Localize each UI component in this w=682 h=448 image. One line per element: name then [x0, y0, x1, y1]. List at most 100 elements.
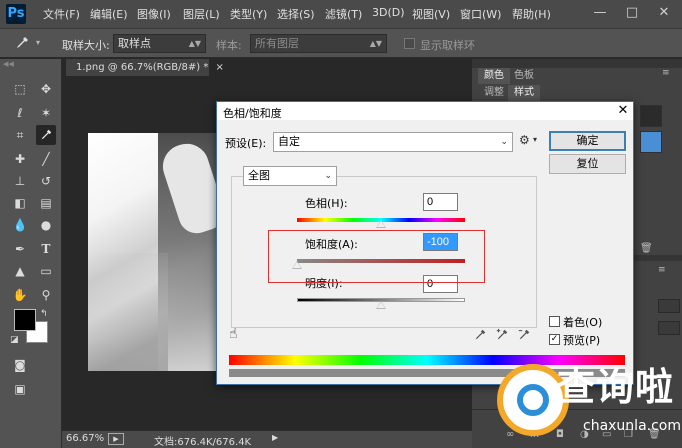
saturation-label: 饱和度(A):: [305, 238, 358, 251]
brush-tool-icon[interactable]: ╱: [36, 149, 56, 169]
eraser-tool-icon[interactable]: ◧: [10, 193, 30, 213]
dodge-tool-icon[interactable]: ●: [36, 215, 56, 235]
magic-wand-tool-icon[interactable]: ✶: [36, 103, 56, 123]
preset-select[interactable]: 自定 ⌄: [273, 132, 513, 152]
marquee-tool-icon[interactable]: ⬚: [10, 79, 30, 99]
eyedropper-tool-preset-icon[interactable]: [14, 35, 32, 53]
screen-mode-icon[interactable]: ▣: [10, 379, 30, 399]
pen-tool-icon[interactable]: ✒: [10, 239, 30, 259]
trash-icon[interactable]: 🗑: [640, 243, 653, 254]
move-tool-icon[interactable]: ✥: [36, 79, 56, 99]
preset-options-gear-icon[interactable]: ⚙: [519, 133, 530, 147]
saturation-slider-thumb[interactable]: [292, 261, 302, 269]
channel-select[interactable]: 全图 ⌄: [243, 166, 337, 186]
tab-styles[interactable]: 样式: [508, 85, 540, 101]
saturation-input[interactable]: [423, 233, 458, 251]
status-menu-arrow-icon[interactable]: ▶: [272, 433, 278, 442]
chevron-down-icon: ⌄: [500, 137, 508, 147]
swap-colors-icon[interactable]: ↰: [40, 309, 48, 319]
maximize-button[interactable]: □: [620, 2, 644, 24]
watermark-magnifier-icon: [517, 384, 549, 416]
menu-filter[interactable]: 滤镜(T): [325, 6, 362, 22]
style-swatch[interactable]: [640, 105, 662, 127]
hue-slider-thumb[interactable]: [376, 220, 386, 228]
sample-size-select[interactable]: 取样点 ▲▼: [113, 34, 206, 53]
menu-layer[interactable]: 图层(L): [183, 6, 220, 22]
show-sampling-ring-checkbox[interactable]: [404, 38, 415, 49]
sample-size-label: 取样大小:: [62, 39, 110, 52]
watermark: 查询啦 chaxunla.com: [497, 356, 682, 448]
menu-bar: Ps 文件(F) 编辑(E) 图像(I) 图层(L) 类型(Y) 选择(S) 滤…: [0, 0, 682, 28]
preset-options-arrow-icon[interactable]: ▾: [533, 135, 537, 144]
clone-stamp-tool-icon[interactable]: ⊥: [10, 171, 30, 191]
history-brush-tool-icon[interactable]: ↺: [36, 171, 56, 191]
menu-select[interactable]: 选择(S): [277, 6, 315, 22]
lightness-slider-thumb[interactable]: [376, 301, 386, 309]
document-tab-close-icon[interactable]: ×: [216, 62, 224, 73]
menu-window[interactable]: 窗口(W): [460, 6, 501, 22]
chevron-down-icon: ▲▼: [188, 39, 201, 48]
tab-color[interactable]: 颜色: [478, 68, 510, 84]
dialog-title: 色相/饱和度: [223, 107, 282, 120]
blur-tool-icon[interactable]: 💧: [10, 215, 30, 235]
eyedropper-tool-icon[interactable]: [36, 125, 56, 145]
preview-checkbox[interactable]: ✓: [549, 334, 560, 345]
healing-brush-tool-icon[interactable]: ✚: [10, 149, 30, 169]
lasso-tool-icon[interactable]: ℓ: [10, 103, 30, 123]
type-tool-icon[interactable]: T: [36, 239, 56, 259]
eyedropper-plus-icon[interactable]: [495, 328, 509, 345]
fill-field[interactable]: [658, 321, 680, 335]
tool-preset-arrow-icon[interactable]: ▾: [36, 38, 40, 47]
menu-edit[interactable]: 编辑(E): [90, 6, 128, 22]
menu-view[interactable]: 视图(V): [412, 6, 450, 22]
show-sampling-ring-label: 显示取样环: [420, 39, 475, 52]
eyedropper-minus-icon[interactable]: [517, 328, 531, 345]
eyedropper-icon[interactable]: [473, 328, 487, 345]
document-tab-title: 1.png @ 66.7%(RGB/8#) *: [76, 62, 209, 73]
tab-adjustments[interactable]: 调整: [478, 85, 510, 101]
rectangle-tool-icon[interactable]: ▭: [36, 261, 56, 281]
gradient-tool-icon[interactable]: ▤: [36, 193, 56, 213]
panel-menu-icon[interactable]: ≡: [662, 68, 670, 78]
crop-tool-icon[interactable]: ⌗: [10, 125, 30, 145]
preset-label: 预设(E):: [225, 137, 267, 150]
opacity-field[interactable]: [658, 299, 680, 313]
menu-type[interactable]: 类型(Y): [230, 6, 267, 22]
lightness-input[interactable]: [423, 275, 458, 293]
hand-tool-icon[interactable]: ✋: [10, 285, 30, 305]
menu-help[interactable]: 帮助(H): [512, 6, 551, 22]
default-colors-icon[interactable]: ◪: [10, 335, 19, 345]
ok-button[interactable]: 确定: [549, 131, 626, 151]
toolbox-collapse-icon[interactable]: ◀◀: [0, 61, 62, 68]
watermark-url: chaxunla.com: [583, 418, 681, 434]
on-image-adjust-hand-icon[interactable]: ☝: [229, 326, 238, 342]
reset-button[interactable]: 复位: [549, 154, 626, 174]
foreground-color-swatch-front: [14, 309, 36, 331]
canvas-image[interactable]: [88, 133, 220, 371]
hue-saturation-dialog: 色相/饱和度 ✕ 预设(E): 自定 ⌄ ⚙ ▾ 确定 复位 全图 ⌄ 色相(H…: [216, 101, 634, 385]
menu-image[interactable]: 图像(I): [137, 6, 171, 22]
close-window-button[interactable]: ✕: [652, 2, 676, 24]
share-icon[interactable]: ▶: [108, 433, 124, 445]
document-tab[interactable]: 1.png @ 66.7%(RGB/8#) * ×: [66, 59, 224, 76]
minimize-button[interactable]: —: [588, 2, 612, 24]
style-swatch[interactable]: [640, 131, 662, 153]
sample-value: 所有图层: [255, 37, 299, 50]
path-selection-tool-icon[interactable]: ▲: [10, 261, 30, 281]
chevron-down-icon: ⌄: [324, 171, 332, 181]
sample-select[interactable]: 所有图层 ▲▼: [250, 34, 387, 53]
panel-menu-icon[interactable]: ≡: [658, 265, 666, 275]
status-bar: 66.67% ▶ 文档:676.4K/676.4K ▶: [62, 430, 472, 448]
hue-input[interactable]: [423, 193, 458, 211]
dialog-close-button[interactable]: ✕: [613, 102, 633, 120]
preview-label: 预览(P): [563, 334, 601, 347]
menu-3d[interactable]: 3D(D): [372, 6, 405, 19]
menu-file[interactable]: 文件(F): [43, 6, 80, 22]
colorize-checkbox[interactable]: [549, 316, 560, 327]
zoom-level[interactable]: 66.67%: [66, 433, 104, 444]
quick-mask-icon[interactable]: ◙: [10, 355, 30, 375]
chevron-down-icon: ▲▼: [369, 39, 382, 48]
tab-swatches[interactable]: 色板: [508, 68, 540, 84]
saturation-slider-track[interactable]: [297, 259, 465, 263]
zoom-tool-icon[interactable]: ⚲: [36, 285, 56, 305]
